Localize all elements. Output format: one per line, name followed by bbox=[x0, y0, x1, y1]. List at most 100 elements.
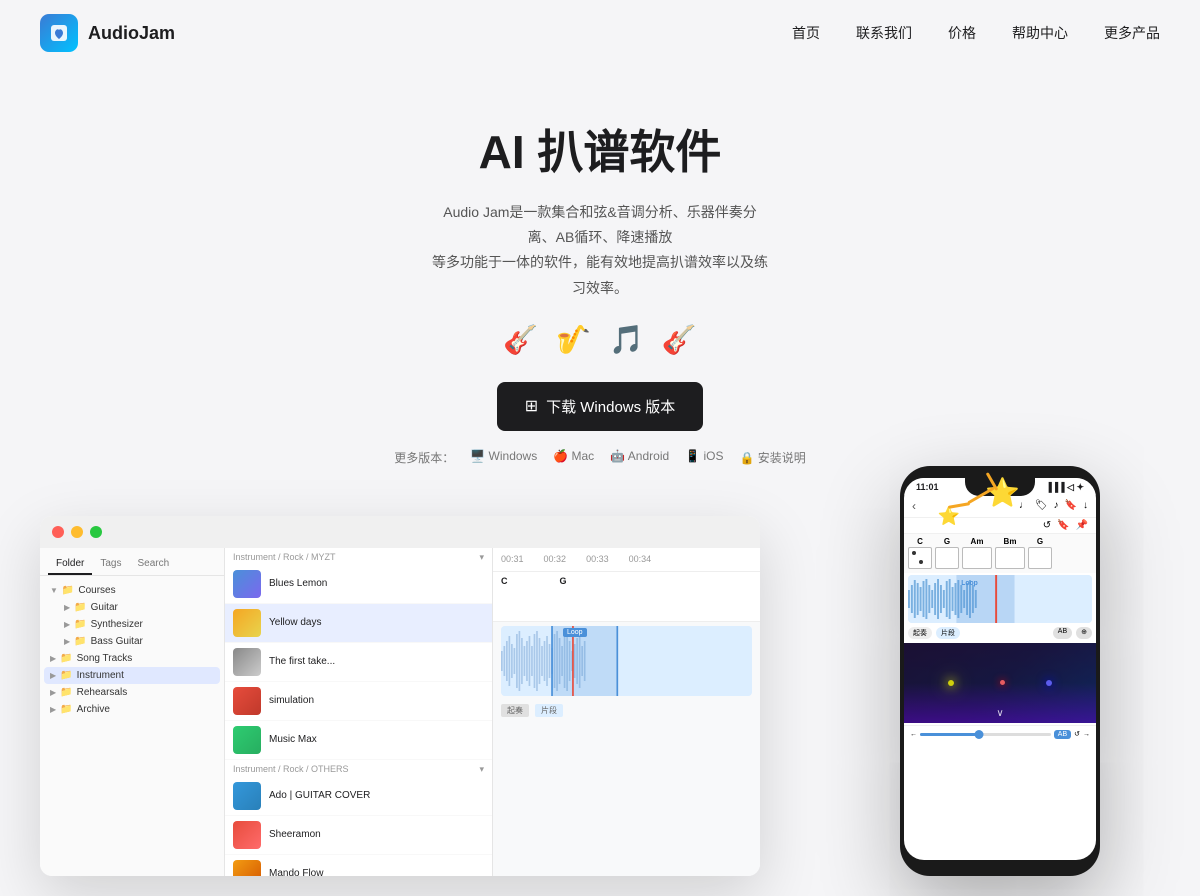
main-content-area: 00:3100:3200:3300:34 C G bbox=[493, 548, 760, 876]
file-list-area: Instrument / Rock / MYZT ▾ Blues Lemon Y… bbox=[225, 548, 493, 876]
tree-label-song-tracks: Song Tracks bbox=[77, 653, 133, 664]
chords-row: C G bbox=[493, 572, 760, 622]
control-prev[interactable]: ← bbox=[910, 731, 917, 738]
version-android[interactable]: 🤖 Android bbox=[610, 449, 669, 466]
tree-guitar[interactable]: ▶ 📁 Guitar bbox=[44, 599, 220, 616]
file-name: Ado | GUITAR COVER bbox=[269, 790, 370, 801]
ab-button[interactable]: AB bbox=[1054, 730, 1071, 739]
tag-main[interactable]: 片段 bbox=[936, 627, 960, 639]
minimize-dot[interactable] bbox=[71, 526, 83, 538]
loop-badge: Loop bbox=[563, 628, 587, 637]
tree-label-rehearsals: Rehearsals bbox=[77, 687, 128, 698]
video-expand-icon[interactable]: ∨ bbox=[996, 708, 1003, 719]
logo-text: AudioJam bbox=[88, 23, 175, 44]
more-versions: 更多版本： 🖥️ Windows 🍎 Mac 🤖 Android 📱 iOS 🔒… bbox=[20, 449, 1180, 466]
nav-home[interactable]: 首页 bbox=[792, 23, 820, 43]
logo-area: AudioJam bbox=[40, 14, 175, 52]
tag-intro[interactable]: 起奏 bbox=[908, 627, 932, 639]
file-name: Music Max bbox=[269, 734, 317, 745]
file-item-first-take[interactable]: The first take... bbox=[225, 643, 492, 682]
titlebar bbox=[40, 516, 760, 548]
toolbar-icon-loop[interactable]: ↺ bbox=[1043, 520, 1051, 531]
timeline-header: 00:3100:3200:3300:34 bbox=[493, 548, 760, 572]
tab-tags[interactable]: Tags bbox=[92, 554, 129, 575]
tree-song-tracks[interactable]: ▶ 📁 Song Tracks bbox=[44, 650, 220, 667]
folder-icon: 📁 bbox=[74, 602, 86, 613]
logo-icon bbox=[40, 14, 78, 52]
file-item-yellow-days[interactable]: Yellow days bbox=[225, 604, 492, 643]
file-group-header-1: Instrument / Rock / MYZT ▾ bbox=[225, 548, 492, 565]
tag-ab[interactable]: AB bbox=[1053, 627, 1072, 639]
main-nav: 首页 联系我们 价格 帮助中心 更多产品 bbox=[792, 23, 1160, 43]
tree-label-synthesizer: Synthesizer bbox=[91, 619, 143, 630]
toolbar-icon-music[interactable]: ♪ bbox=[1054, 500, 1059, 511]
version-windows[interactable]: 🖥️ Windows bbox=[470, 449, 537, 466]
file-name: Sheeramon bbox=[269, 829, 321, 840]
arrow-icon: ▶ bbox=[50, 705, 56, 714]
tree-archive[interactable]: ▶ 📁 Archive bbox=[44, 701, 220, 718]
tree-bass-guitar[interactable]: ▶ 📁 Bass Guitar bbox=[44, 633, 220, 650]
back-icon[interactable]: ‹ bbox=[912, 499, 916, 513]
maximize-dot[interactable] bbox=[90, 526, 102, 538]
file-name: Mando Flow bbox=[269, 868, 323, 876]
chord-g: G bbox=[935, 537, 959, 570]
tree-label-bass: Bass Guitar bbox=[91, 636, 143, 647]
file-name: The first take... bbox=[269, 656, 335, 667]
mobile-toolbar-2: ↺ 🔖 📌 bbox=[904, 518, 1096, 534]
tree-synthesizer[interactable]: ▶ 📁 Synthesizer bbox=[44, 616, 220, 633]
download-button-label: 下载 Windows 版本 bbox=[546, 396, 675, 417]
file-thumb bbox=[233, 860, 261, 876]
nav-more[interactable]: 更多产品 bbox=[1104, 23, 1160, 43]
folder-icon: 📁 bbox=[60, 687, 72, 698]
waveform-display: Loop bbox=[501, 626, 752, 696]
file-thumb bbox=[233, 821, 261, 849]
toolbar-icon-pin[interactable]: 📌 bbox=[1076, 520, 1088, 531]
arrow-icon: ▶ bbox=[64, 620, 70, 629]
folder-icon: 📁 bbox=[60, 653, 72, 664]
mobile-screen: 11:01 ▐▐▐ ◁ ✦ ‹ ♩ 🏷 ♪ 🔖 ↓ ↺ 🔖 📌 bbox=[904, 478, 1096, 860]
file-thumb bbox=[233, 570, 261, 598]
file-item-mando-flow[interactable]: Mando Flow bbox=[225, 855, 492, 876]
tree-rehearsals[interactable]: ▶ 📁 Rehearsals bbox=[44, 684, 220, 701]
tab-folder[interactable]: Folder bbox=[48, 554, 92, 575]
tag-pin[interactable]: ⊕ bbox=[1076, 627, 1092, 639]
file-item-blues-lemon[interactable]: Blues Lemon bbox=[225, 565, 492, 604]
file-item-ado[interactable]: Ado | GUITAR COVER bbox=[225, 777, 492, 816]
label-intro: 起奏 bbox=[501, 704, 529, 717]
version-mac[interactable]: 🍎 Mac bbox=[553, 449, 594, 466]
toolbar-icon-tag[interactable]: 🏷 bbox=[1035, 500, 1048, 511]
mobile-tag-row: 起奏 片段 AB ⊕ bbox=[904, 625, 1096, 641]
icon-music: 🎵 bbox=[609, 323, 644, 356]
toolbar-icon-bookmark[interactable]: 🔖 bbox=[1065, 500, 1077, 511]
version-install[interactable]: 🔒 安装说明 bbox=[739, 449, 805, 466]
control-next[interactable]: → bbox=[1083, 731, 1090, 738]
nav-contact[interactable]: 联系我们 bbox=[856, 23, 912, 43]
file-item-simulation[interactable]: simulation bbox=[225, 682, 492, 721]
screenshots-section: ⭐ ⭐ Folder Tags Search ▼ 📁 bbox=[0, 496, 1200, 896]
tree-courses[interactable]: ▼ 📁 Courses bbox=[44, 582, 220, 599]
toolbar-icon-download[interactable]: ↓ bbox=[1083, 500, 1088, 511]
arrow-icon: ▶ bbox=[64, 637, 70, 646]
file-item-music-max[interactable]: Music Max bbox=[225, 721, 492, 760]
tree-instrument[interactable]: ▶ 📁 Instrument bbox=[44, 667, 220, 684]
tree-label-instrument: Instrument bbox=[77, 670, 124, 681]
folder-icon: 📁 bbox=[60, 670, 72, 681]
toolbar-icon-tune[interactable]: ♩ bbox=[1019, 500, 1029, 511]
version-ios[interactable]: 📱 iOS bbox=[685, 449, 723, 466]
nav-help[interactable]: 帮助中心 bbox=[1012, 23, 1068, 43]
download-windows-button[interactable]: ⊞ 下载 Windows 版本 bbox=[497, 382, 704, 431]
toolbar-icon-bookmark2[interactable]: 🔖 bbox=[1057, 520, 1069, 531]
close-dot[interactable] bbox=[52, 526, 64, 538]
progress-bar[interactable] bbox=[920, 733, 1051, 736]
chord-bm: Bm bbox=[995, 537, 1025, 570]
tab-search[interactable]: Search bbox=[129, 554, 177, 575]
file-thumb bbox=[233, 782, 261, 810]
more-versions-label: 更多版本： bbox=[394, 449, 454, 466]
nav-pricing[interactable]: 价格 bbox=[948, 23, 976, 43]
star-small-icon: ⭐ bbox=[938, 506, 960, 527]
status-icons: ▐▐▐ ◁ ✦ bbox=[1045, 482, 1084, 493]
file-item-sheeramon[interactable]: Sheeramon bbox=[225, 816, 492, 855]
loop-button[interactable]: ↺ bbox=[1074, 730, 1080, 738]
file-group-header-2: Instrument / Rock / OTHERS ▾ bbox=[225, 760, 492, 777]
tree-label-archive: Archive bbox=[77, 704, 110, 715]
